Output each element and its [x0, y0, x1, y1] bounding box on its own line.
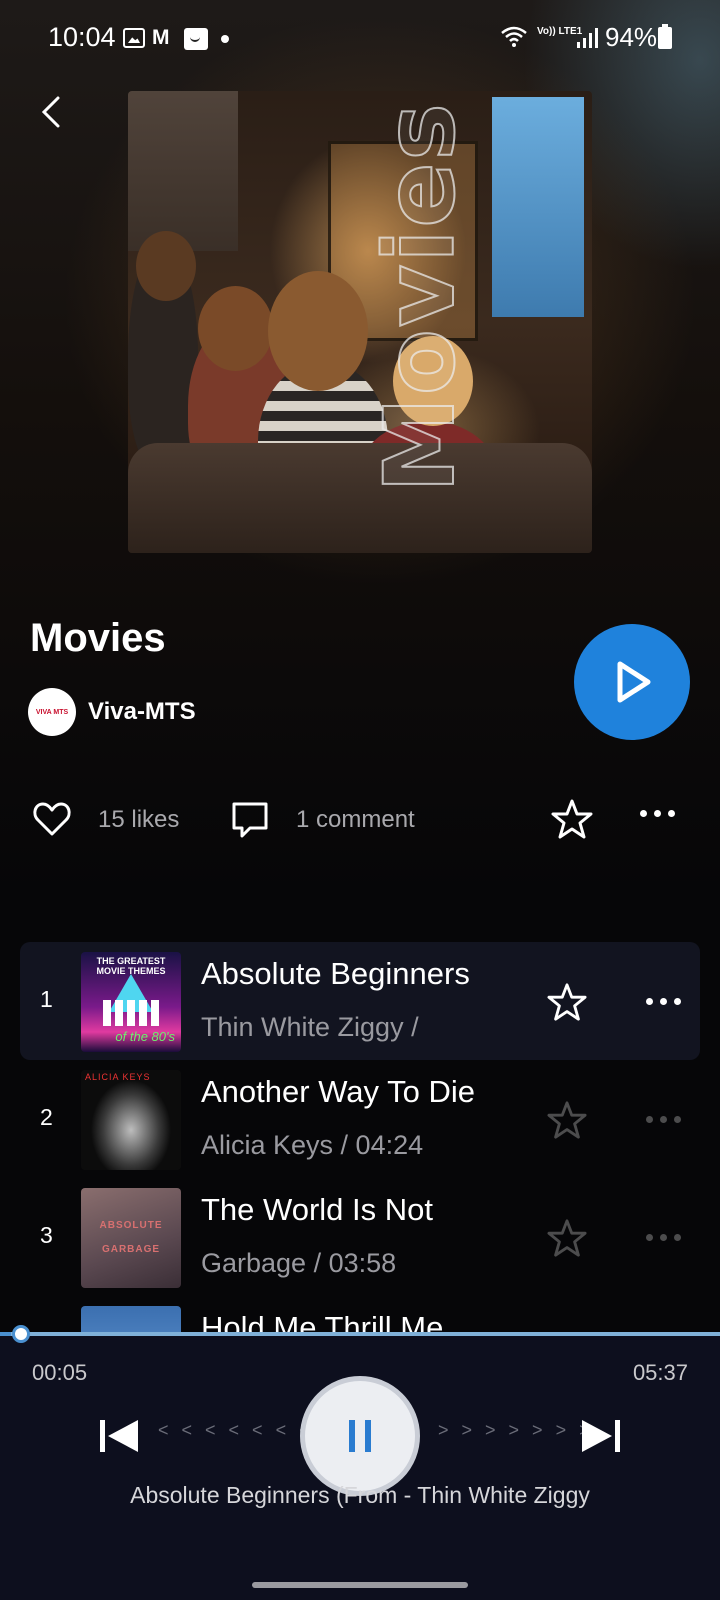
home-indicator[interactable]: [252, 1582, 468, 1588]
cover-person: [198, 286, 273, 371]
cover-person: [268, 271, 368, 391]
heart-icon[interactable]: [32, 800, 72, 838]
skip-next-icon[interactable]: [578, 1416, 622, 1456]
owner-avatar[interactable]: VIVA MTS: [28, 688, 76, 736]
progress-fill: [0, 1332, 11, 1336]
artwork-year: of the 80's: [115, 1029, 175, 1044]
star-icon[interactable]: [551, 798, 593, 840]
track-title: Absolute Beginners: [201, 956, 470, 991]
track-more-icon[interactable]: [646, 998, 681, 1005]
comments-count[interactable]: 1 comment: [296, 806, 415, 834]
star-icon[interactable]: [547, 1100, 587, 1140]
wifi-icon: [501, 26, 527, 47]
track-subtitle: Garbage / 03:58: [201, 1248, 397, 1278]
battery-icon: [658, 24, 672, 49]
artwork-text: ALICIA KEYS: [85, 1072, 151, 1082]
cover-tv-screen: [492, 97, 584, 317]
comment-icon[interactable]: [230, 800, 270, 840]
back-arrow-icon[interactable]: [30, 90, 74, 134]
track-list: 1 THE GREATEST MOVIE THEMES of the 80's …: [20, 942, 700, 1332]
progress-thumb[interactable]: [12, 1325, 30, 1343]
playlist-title: Movies: [30, 616, 166, 660]
owner-logo-text: VIVA MTS: [35, 708, 69, 716]
seek-back-indicator[interactable]: < < < < < < <: [158, 1420, 314, 1441]
artwork-text: THE GREATEST MOVIE THEMES: [96, 956, 166, 976]
star-icon[interactable]: [547, 1218, 587, 1258]
track-title: Another Way To Die: [201, 1074, 475, 1109]
star-icon[interactable]: [547, 982, 587, 1022]
track-number: 3: [40, 1222, 53, 1248]
cover-title-text: Movies: [363, 100, 477, 493]
artwork-text: ABSOLUTE: [99, 1220, 163, 1231]
cover-sofa: [128, 443, 592, 553]
track-number: 1: [40, 986, 53, 1012]
track-artwork: ABSOLUTE GARBAGE: [81, 1188, 181, 1288]
track-row[interactable]: 1 THE GREATEST MOVIE THEMES of the 80's …: [20, 942, 700, 1060]
pause-icon: [349, 1420, 371, 1452]
track-more-icon[interactable]: [646, 1234, 681, 1241]
track-number: 2: [40, 1104, 53, 1130]
div: [103, 1000, 159, 1026]
likes-count[interactable]: 15 likes: [98, 806, 179, 834]
now-playing-title[interactable]: Absolute Beginners (From - Thin White Zi…: [0, 1482, 720, 1509]
playlist-cover-image: Movies: [128, 91, 592, 553]
seek-forward-indicator[interactable]: > > > > > > >: [438, 1420, 594, 1441]
track-subtitle: Alicia Keys / 04:24: [201, 1130, 424, 1160]
cover-window: [128, 91, 238, 251]
artwork-text: GARBAGE: [101, 1244, 161, 1255]
cover-person: [136, 231, 196, 301]
track-more-icon[interactable]: [646, 1116, 681, 1123]
owner-name[interactable]: Viva-MTS: [88, 698, 196, 726]
notification-dot-icon: [221, 35, 229, 43]
progress-bar[interactable]: [0, 1332, 720, 1336]
more-options-icon[interactable]: [640, 810, 684, 826]
status-bar: 10:04 M Vo)) LTE1 94%: [0, 0, 720, 80]
shopping-bag-icon: [184, 28, 208, 50]
play-icon: [617, 661, 651, 703]
track-title: Hold Me Thrill Me: [201, 1310, 444, 1332]
skip-previous-icon[interactable]: [98, 1416, 142, 1456]
gmail-icon: M: [152, 26, 170, 49]
track-artwork: [81, 1306, 181, 1332]
track-row[interactable]: 3 ABSOLUTE GARBAGE The World Is Not Garb…: [20, 1178, 700, 1296]
current-time: 00:05: [32, 1360, 88, 1385]
track-row[interactable]: 2 ALICIA KEYS Another Way To Die Alicia …: [20, 1060, 700, 1178]
track-subtitle: Thin White Ziggy /: [201, 1012, 419, 1042]
total-time: 05:37: [632, 1360, 688, 1385]
play-button[interactable]: [574, 624, 690, 740]
track-row[interactable]: Hold Me Thrill Me: [20, 1296, 700, 1332]
track-artwork: THE GREATEST MOVIE THEMES of the 80's: [81, 952, 181, 1052]
battery-percent: 94%: [605, 22, 658, 52]
track-title: The World Is Not: [201, 1192, 434, 1227]
track-artwork: ALICIA KEYS: [81, 1070, 181, 1170]
mini-player: 00:05 05:37 < < < < < < < > > > > > > > …: [0, 1325, 720, 1600]
pause-button[interactable]: [300, 1376, 420, 1496]
signal-icon: [577, 28, 598, 48]
gallery-icon: [123, 28, 145, 48]
status-time: 10:04: [48, 22, 116, 52]
